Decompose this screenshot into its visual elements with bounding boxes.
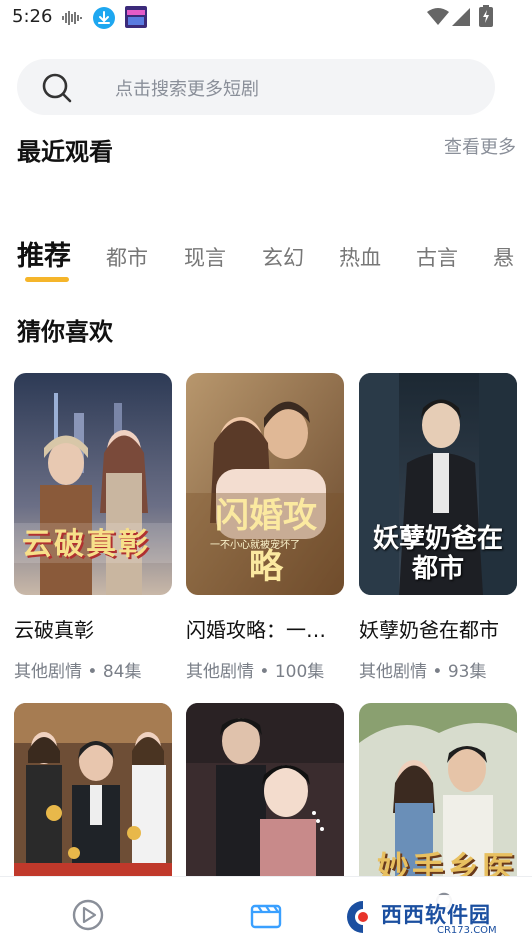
status-bar: 5:26	[0, 0, 532, 36]
poster-image	[14, 703, 172, 878]
tab-suspense[interactable]: 悬	[493, 242, 514, 272]
signal-icon	[452, 8, 470, 26]
poster-title-art: 妙手乡医	[377, 849, 517, 878]
play-circle-icon[interactable]	[68, 895, 108, 935]
card-meta: 其他剧情 • 100集	[186, 657, 356, 682]
card-genre: 其他剧情	[359, 662, 427, 682]
status-time: 5:26	[12, 6, 53, 27]
recent-title: 最近观看	[17, 138, 113, 166]
app-thumbnail-icon	[125, 6, 147, 28]
tab-urban[interactable]: 都市	[106, 242, 148, 272]
card-title: 闪婚攻略：一…	[186, 618, 326, 642]
meta-separator: •	[427, 662, 448, 682]
poster-image: 闪婚攻略 一不小心就被宠坏了	[186, 373, 344, 595]
audio-wave-icon	[62, 11, 82, 25]
view-more-link[interactable]: 查看更多	[444, 133, 516, 159]
search-icon	[42, 73, 72, 103]
search-bar[interactable]: 点击搜索更多短剧	[17, 59, 495, 115]
battery-icon	[479, 5, 493, 27]
poster-title-art: 云破真彰	[22, 527, 150, 562]
search-placeholder: 点击搜索更多短剧	[115, 79, 259, 100]
card-title: 云破真彰	[14, 618, 94, 642]
tab-modern-romance[interactable]: 现言	[184, 242, 226, 272]
wifi-icon	[427, 8, 449, 25]
card-episodes: 93集	[447, 662, 487, 682]
tab-active-indicator	[25, 277, 69, 282]
tab-recommend[interactable]: 推荐	[17, 234, 71, 273]
clapperboard-icon[interactable]	[246, 895, 286, 935]
meta-separator: •	[82, 662, 103, 682]
poster-image: 云破真彰	[14, 373, 172, 595]
card-episodes: 84集	[102, 662, 142, 682]
poster-subtitle-art: 一不小心就被宠坏了	[210, 540, 300, 551]
card-genre: 其他剧情	[186, 662, 254, 682]
watermark-subtext: CR173.COM	[437, 925, 497, 936]
tab-fantasy[interactable]: 玄幻	[262, 242, 304, 272]
meta-separator: •	[254, 662, 275, 682]
poster-image: 妖孽奶爸在都市	[359, 373, 517, 595]
card-title: 妖孽奶爸在都市	[359, 618, 499, 642]
category-tabs: 推荐 都市 现言 玄幻 热血 古言 悬	[0, 230, 532, 290]
card-meta: 其他剧情 • 93集	[359, 657, 529, 682]
download-icon	[93, 7, 115, 29]
poster-image	[186, 703, 344, 878]
section-title: 猜你喜欢	[17, 318, 113, 346]
card-episodes: 100集	[274, 662, 325, 682]
card-meta: 其他剧情 • 84集	[14, 657, 184, 682]
tab-historical[interactable]: 古言	[416, 242, 458, 272]
poster-image: 妙手乡医	[359, 703, 517, 878]
watermark-logo: 西西软件园 CR173.COM	[333, 893, 511, 941]
card-genre: 其他剧情	[14, 662, 82, 682]
tab-action[interactable]: 热血	[339, 242, 381, 272]
poster-title-art: 妖孽奶爸在都市	[373, 524, 504, 584]
